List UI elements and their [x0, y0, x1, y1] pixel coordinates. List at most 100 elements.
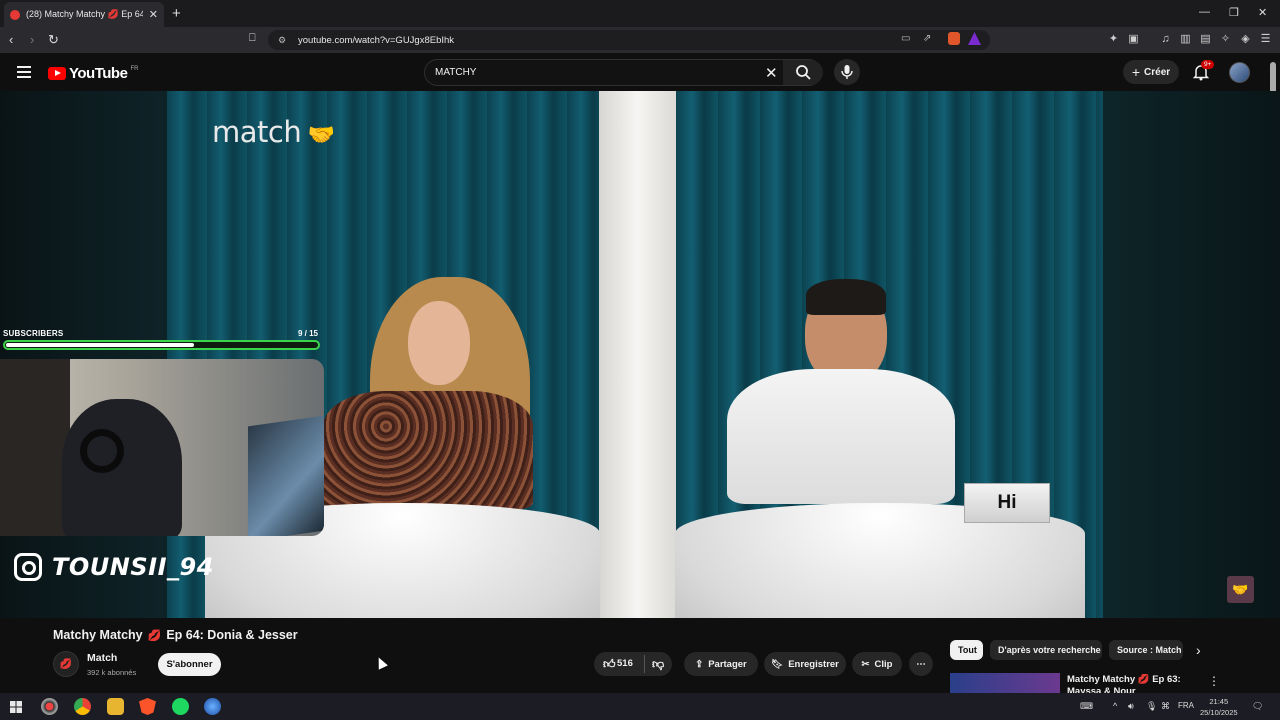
language-indicator[interactable]: FRA	[1178, 701, 1194, 710]
subscriber-goal-bar	[3, 340, 320, 350]
mouse-cursor	[374, 655, 388, 670]
tab-title: (28) Matchy Matchy 💋 Ep 64: D	[26, 9, 143, 19]
like-count[interactable]: 516	[617, 658, 633, 669]
recommendation-title[interactable]: Matchy Matchy 💋 Ep 63: Mayssa & Nour	[1067, 674, 1187, 694]
channel-watermark-icon[interactable]: 🤝	[1227, 576, 1254, 603]
restore-icon[interactable]: ❐	[1229, 6, 1239, 19]
back-icon[interactable]: ‹	[9, 32, 13, 47]
clip-button[interactable]: ✂ Clip	[852, 652, 902, 676]
taskbar-app-icon-6[interactable]	[204, 698, 221, 715]
clock-time: 21:45	[1209, 697, 1229, 706]
address-bar[interactable]: ⚙ youtube.com/watch?v=GUJgx8EbIhk ▭ ⇗	[268, 30, 990, 50]
microphone-tray-icon[interactable]: 🎙︎	[1146, 701, 1157, 712]
site-info-icon[interactable]: ⚙	[278, 35, 288, 46]
new-tab-icon[interactable]: +	[172, 5, 181, 22]
woman-face	[408, 301, 470, 385]
save-icon: 🔖︎	[771, 658, 784, 670]
browser-toolbar: ‹ › ↻ ⎕ ⚙ youtube.com/watch?v=GUJgx8EbIh…	[0, 27, 1280, 53]
close-window-icon[interactable]: ✕	[1258, 6, 1267, 19]
clear-search-icon[interactable]: ✕	[765, 64, 778, 82]
chip-related-search[interactable]: D'après votre recherche	[990, 640, 1102, 660]
video-player[interactable]: match 🤝 Hi SUBSCRIBERS 9 / 15 TOUNSII_94…	[0, 91, 1280, 618]
browser-tab[interactable]: (28) Matchy Matchy 💋 Ep 64: D ✕	[4, 2, 164, 27]
webcam-shadow	[0, 359, 70, 536]
search-input[interactable]: MATCHY	[435, 67, 476, 78]
youtube-header: YouTube FR MATCHY ✕ + Créer 9+	[0, 53, 1280, 91]
clock[interactable]: 21:45 25/10/2025	[1200, 696, 1238, 718]
screenshot-icon[interactable]: ▣	[1127, 33, 1140, 46]
keyboard-icon[interactable]: ⌨	[1080, 701, 1093, 712]
windows-start-icon[interactable]	[10, 701, 22, 713]
microphone-icon	[841, 65, 853, 79]
channel-name[interactable]: Match	[87, 652, 117, 664]
wallet-icon[interactable]: ▤	[1199, 33, 1212, 46]
brave-icon[interactable]	[139, 698, 156, 715]
media-icon[interactable]: ♫	[1159, 33, 1172, 46]
voice-search-button[interactable]	[834, 59, 860, 85]
account-avatar[interactable]	[1229, 62, 1250, 83]
dislike-icon[interactable]: 👎︎	[652, 657, 664, 672]
plus-icon: +	[1131, 64, 1141, 80]
video-title: Matchy Matchy 💋 Ep 64: Donia & Jesser	[53, 628, 298, 642]
chip-all[interactable]: Tout	[950, 640, 983, 660]
search-button[interactable]	[783, 60, 823, 85]
chrome-icon[interactable]	[74, 698, 91, 715]
search-box[interactable]: MATCHY ✕	[424, 59, 823, 86]
channel-avatar[interactable]: 💋	[53, 651, 79, 677]
close-tab-icon[interactable]: ✕	[149, 8, 158, 21]
recommendation-menu-icon[interactable]: ⋮	[1208, 674, 1220, 688]
video-side-left	[0, 91, 167, 618]
share-button[interactable]: ⇪ Partager	[684, 652, 758, 676]
man-hair	[806, 279, 886, 315]
youtube-play-icon	[48, 67, 66, 80]
subscribe-button[interactable]: S'abonner	[158, 653, 221, 676]
video-side-right	[1103, 91, 1280, 618]
bookmark-icon[interactable]: ⎕	[249, 32, 256, 45]
spotify-icon[interactable]	[172, 698, 189, 715]
windows-taskbar: ⌨ ^ 🔊︎ 🎙︎ ⌘ FRA 21:45 25/10/2025 🗨︎	[0, 693, 1280, 720]
volume-icon[interactable]: 🔊︎	[1128, 701, 1134, 712]
minimize-icon[interactable]: —	[1199, 6, 1210, 18]
lips-icon: 💋	[147, 629, 162, 642]
scissors-icon: ✂	[861, 658, 870, 670]
subscriber-goal-count: 9 / 15	[297, 329, 318, 338]
chip-source[interactable]: Source : Match	[1109, 640, 1183, 660]
woman-dress	[323, 391, 533, 509]
url-text: youtube.com/watch?v=GUJgx8EbIhk	[298, 34, 455, 46]
brave-rewards-icon[interactable]	[968, 32, 981, 45]
instagram-handle: TOUNSII_94	[52, 553, 214, 581]
notification-center-icon[interactable]: 🗨︎	[1252, 701, 1263, 712]
more-actions-button[interactable]: ⋯	[909, 652, 933, 676]
leo-ai-icon[interactable]: ✧	[1219, 33, 1232, 46]
browser-tab-bar: (28) Matchy Matchy 💋 Ep 64: D ✕ + — ❐ ✕	[0, 0, 1280, 27]
reload-icon[interactable]: ↻	[48, 32, 59, 48]
headset-icon	[80, 429, 124, 473]
file-explorer-icon[interactable]	[107, 698, 124, 715]
share-page-icon[interactable]: ⇗	[923, 33, 931, 44]
cast-icon[interactable]: ▭	[901, 33, 910, 44]
recommendation-thumbnail[interactable]	[950, 673, 1060, 693]
guide-menu-icon[interactable]	[17, 66, 31, 81]
brave-shields-icon[interactable]	[948, 32, 960, 45]
sidebar-icon[interactable]: ▥	[1179, 33, 1192, 46]
more-icon: ⋯	[916, 658, 926, 670]
vpn-icon[interactable]: ◈	[1239, 33, 1252, 46]
instagram-icon	[14, 553, 42, 581]
network-icon[interactable]: ⌘	[1161, 701, 1170, 712]
streamer	[62, 399, 182, 536]
instagram-handle-overlay: TOUNSII_94	[14, 553, 214, 581]
taskbar-app-icon-1[interactable]	[41, 698, 58, 715]
subscriber-goal-label: SUBSCRIBERS	[3, 329, 64, 338]
like-dislike-pill: 👍︎ 516 👎︎	[594, 652, 672, 676]
chips-next-icon[interactable]: ›	[1196, 642, 1201, 658]
like-icon[interactable]: 👍︎	[603, 657, 616, 672]
youtube-logo[interactable]: YouTube FR	[48, 65, 138, 82]
save-button[interactable]: 🔖︎ Enregistrer	[764, 652, 846, 676]
menu-icon[interactable]: ☰	[1259, 33, 1272, 46]
hi-card: Hi	[964, 483, 1050, 523]
tray-chevron-icon[interactable]: ^	[1113, 701, 1117, 711]
extensions-icon[interactable]: ✦	[1107, 33, 1120, 46]
forward-icon[interactable]: ›	[30, 32, 34, 47]
create-button[interactable]: + Créer	[1123, 60, 1179, 84]
youtube-favicon-icon	[10, 9, 20, 20]
